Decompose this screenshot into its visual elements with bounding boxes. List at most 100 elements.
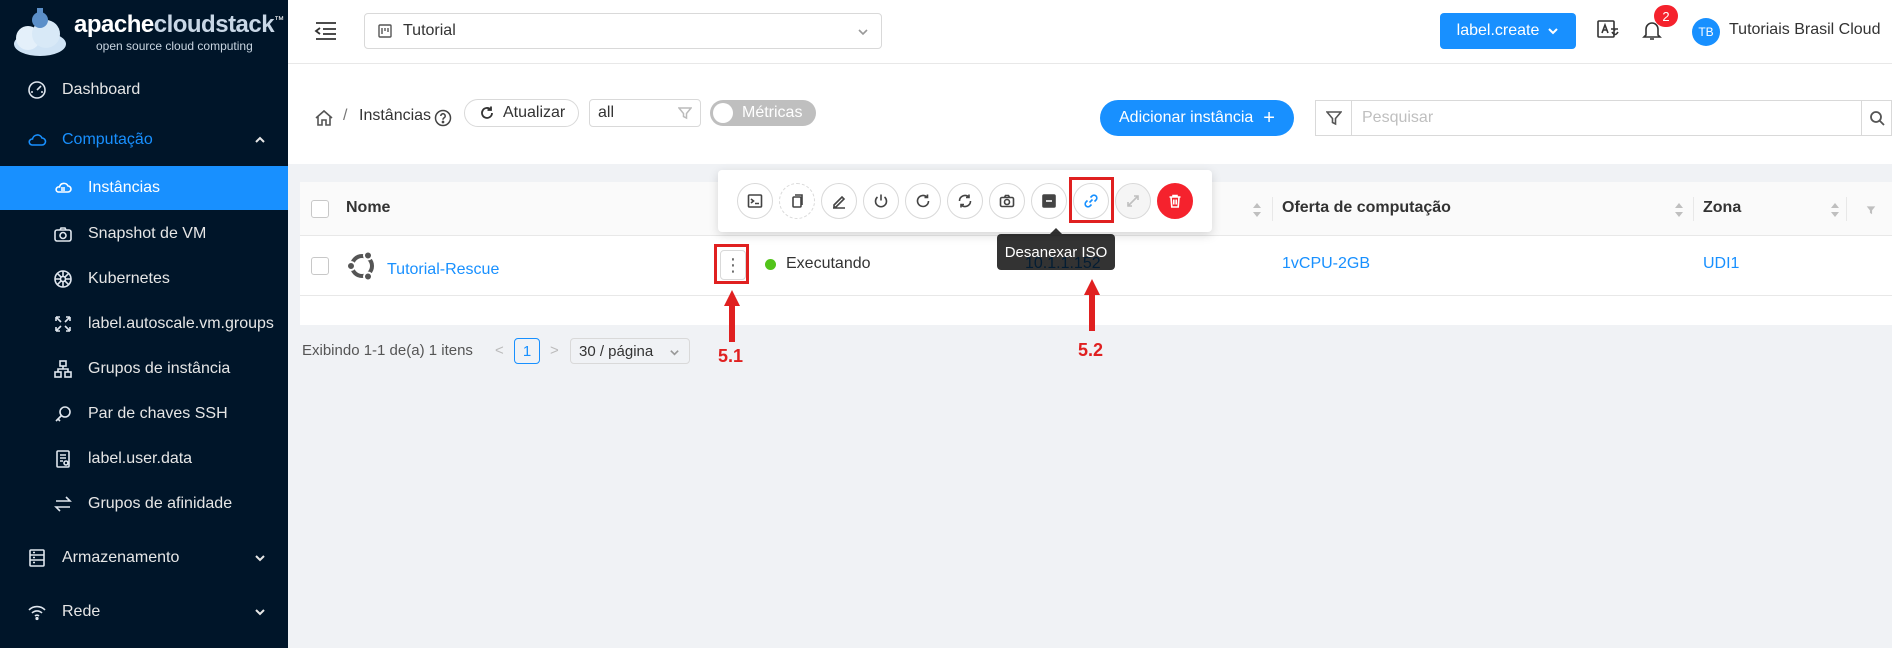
project-name: Tutorial: [403, 22, 456, 39]
reinstall-icon: [958, 194, 972, 208]
reboot-icon: [916, 194, 930, 208]
sidebar-item-grupos-instancia[interactable]: Grupos de instância: [0, 347, 288, 391]
actions-popover: [718, 170, 1212, 232]
refresh-button[interactable]: Atualizar: [464, 99, 579, 127]
cloud-icon: [26, 129, 48, 151]
console-button[interactable]: [737, 183, 773, 219]
plus-icon: +: [1263, 107, 1275, 129]
sidebar-item-computacao[interactable]: Computação: [0, 118, 288, 162]
reload-icon: [481, 106, 493, 119]
pagination-prev[interactable]: <: [495, 342, 504, 359]
sidebar: apachecloudstack™ open source cloud comp…: [0, 0, 288, 648]
kubernetes-icon: [52, 268, 74, 290]
brand-tm: ™: [274, 14, 284, 26]
sidebar-item-user-data[interactable]: label.user.data: [0, 437, 288, 481]
reboot-button[interactable]: [905, 183, 941, 219]
metrics-toggle[interactable]: Métricas: [710, 100, 816, 126]
brand-prefix: apache: [74, 10, 154, 38]
sidebar-item-label: Snapshot de VM: [88, 225, 207, 242]
autoscale-icon: [52, 313, 74, 335]
select-all-checkbox[interactable]: [311, 200, 329, 218]
filter-icon: [678, 107, 692, 120]
user-name[interactable]: Tutoriais Brasil Cloud: [1729, 21, 1880, 39]
logo[interactable]: apachecloudstack™ open source cloud comp…: [0, 0, 288, 64]
reinstall-button[interactable]: [947, 183, 983, 219]
column-divider: [1846, 197, 1847, 221]
sidebar-item-label: Computação: [62, 131, 153, 148]
search-filter-button[interactable]: [1316, 101, 1352, 135]
edit-button[interactable]: [821, 183, 857, 219]
copy-button[interactable]: [779, 183, 815, 219]
sort-icon[interactable]: [1674, 202, 1684, 218]
sidebar-item-afinidade[interactable]: Grupos de afinidade: [0, 482, 288, 526]
refresh-label: Atualizar: [503, 104, 566, 121]
delete-icon: [1169, 194, 1181, 208]
sidebar-item-label: Instâncias: [88, 179, 161, 196]
chevron-down-icon: [857, 25, 869, 37]
instance-zone-link[interactable]: UDI1: [1703, 255, 1739, 273]
sidebar-item-autoscale[interactable]: label.autoscale.vm.groups: [0, 302, 288, 346]
migrate-button[interactable]: [1115, 183, 1151, 219]
search-input[interactable]: [1352, 101, 1861, 135]
project-icon: [377, 23, 393, 39]
sidebar-item-armazenamento[interactable]: Armazenamento: [0, 536, 288, 580]
wifi-icon: [26, 601, 48, 623]
console-icon: [747, 194, 763, 208]
home-icon[interactable]: [314, 108, 334, 128]
filter-select[interactable]: all: [589, 99, 701, 127]
sort-icon[interactable]: [1830, 202, 1840, 218]
column-header-oferta[interactable]: Oferta de computação: [1282, 199, 1451, 217]
sidebar-item-label: Dashboard: [62, 81, 141, 98]
annotation-box-5-2: [1069, 177, 1114, 223]
pagination-info: Exibindo 1-1 de(a) 1 itens: [302, 342, 473, 359]
row-checkbox[interactable]: [311, 257, 329, 275]
instance-name-link[interactable]: Tutorial-Rescue: [387, 261, 499, 279]
notification-badge: 2: [1654, 5, 1678, 27]
create-button-label: label.create: [1456, 22, 1540, 39]
column-header-zona[interactable]: Zona: [1703, 199, 1741, 217]
sidebar-item-label: label.autoscale.vm.groups: [88, 315, 274, 332]
chevron-up-icon: [254, 133, 266, 145]
sidebar-item-label: label.user.data: [88, 450, 193, 467]
sidebar-item-kubernetes[interactable]: Kubernetes: [0, 257, 288, 301]
filter-icon: [1325, 111, 1342, 126]
annotation-label-5-1: 5.1: [718, 346, 744, 366]
storage-icon: [26, 547, 48, 569]
page-toolbar: / Instâncias Atualizar all Métricas Adic…: [288, 64, 1892, 164]
translate-icon[interactable]: [1596, 18, 1622, 44]
brand-suffix: cloudstack: [153, 10, 275, 38]
delete-button[interactable]: [1157, 183, 1193, 219]
sidebar-item-label: Par de chaves SSH: [88, 405, 228, 422]
sidebar-item-snapshot-vm[interactable]: Snapshot de VM: [0, 212, 288, 256]
pagination-page-1[interactable]: 1: [514, 338, 540, 364]
menu-fold-icon[interactable]: [314, 20, 338, 42]
brand-tagline: open source cloud computing: [96, 38, 253, 53]
page-size-select[interactable]: 30 / página: [570, 338, 690, 364]
question-circle-icon[interactable]: [434, 109, 452, 127]
migrate-icon: [1127, 195, 1139, 207]
ubuntu-os-icon: [346, 250, 378, 282]
instance-offering-link[interactable]: 1vCPU-2GB: [1282, 255, 1370, 273]
backup-icon: [1042, 194, 1056, 208]
sidebar-item-label: Rede: [62, 603, 101, 620]
snapshot-button[interactable]: [989, 183, 1025, 219]
avatar[interactable]: TB: [1692, 18, 1720, 46]
create-button[interactable]: label.create: [1440, 13, 1576, 49]
sidebar-item-instancias[interactable]: Instâncias: [0, 166, 288, 210]
cloudstack-logo-icon: [10, 4, 70, 60]
filter-icon[interactable]: [1866, 202, 1880, 218]
instance-icon: [52, 177, 74, 199]
stop-button[interactable]: [863, 183, 899, 219]
search-button[interactable]: [1861, 101, 1891, 135]
column-header-nome[interactable]: Nome: [346, 199, 390, 217]
backup-button[interactable]: [1031, 183, 1067, 219]
sort-icon[interactable]: [1252, 202, 1262, 218]
project-select[interactable]: Tutorial: [364, 13, 882, 49]
sidebar-item-dashboard[interactable]: Dashboard: [0, 68, 288, 112]
add-instance-button[interactable]: Adicionar instância +: [1100, 100, 1294, 136]
sidebar-item-ssh-keys[interactable]: Par de chaves SSH: [0, 392, 288, 436]
pagination-next[interactable]: >: [550, 342, 559, 359]
sidebar-item-rede[interactable]: Rede: [0, 590, 288, 634]
document-icon: [52, 448, 74, 470]
top-header: Tutorial label.create 2 TB Tutoriais Bra…: [288, 0, 1892, 64]
